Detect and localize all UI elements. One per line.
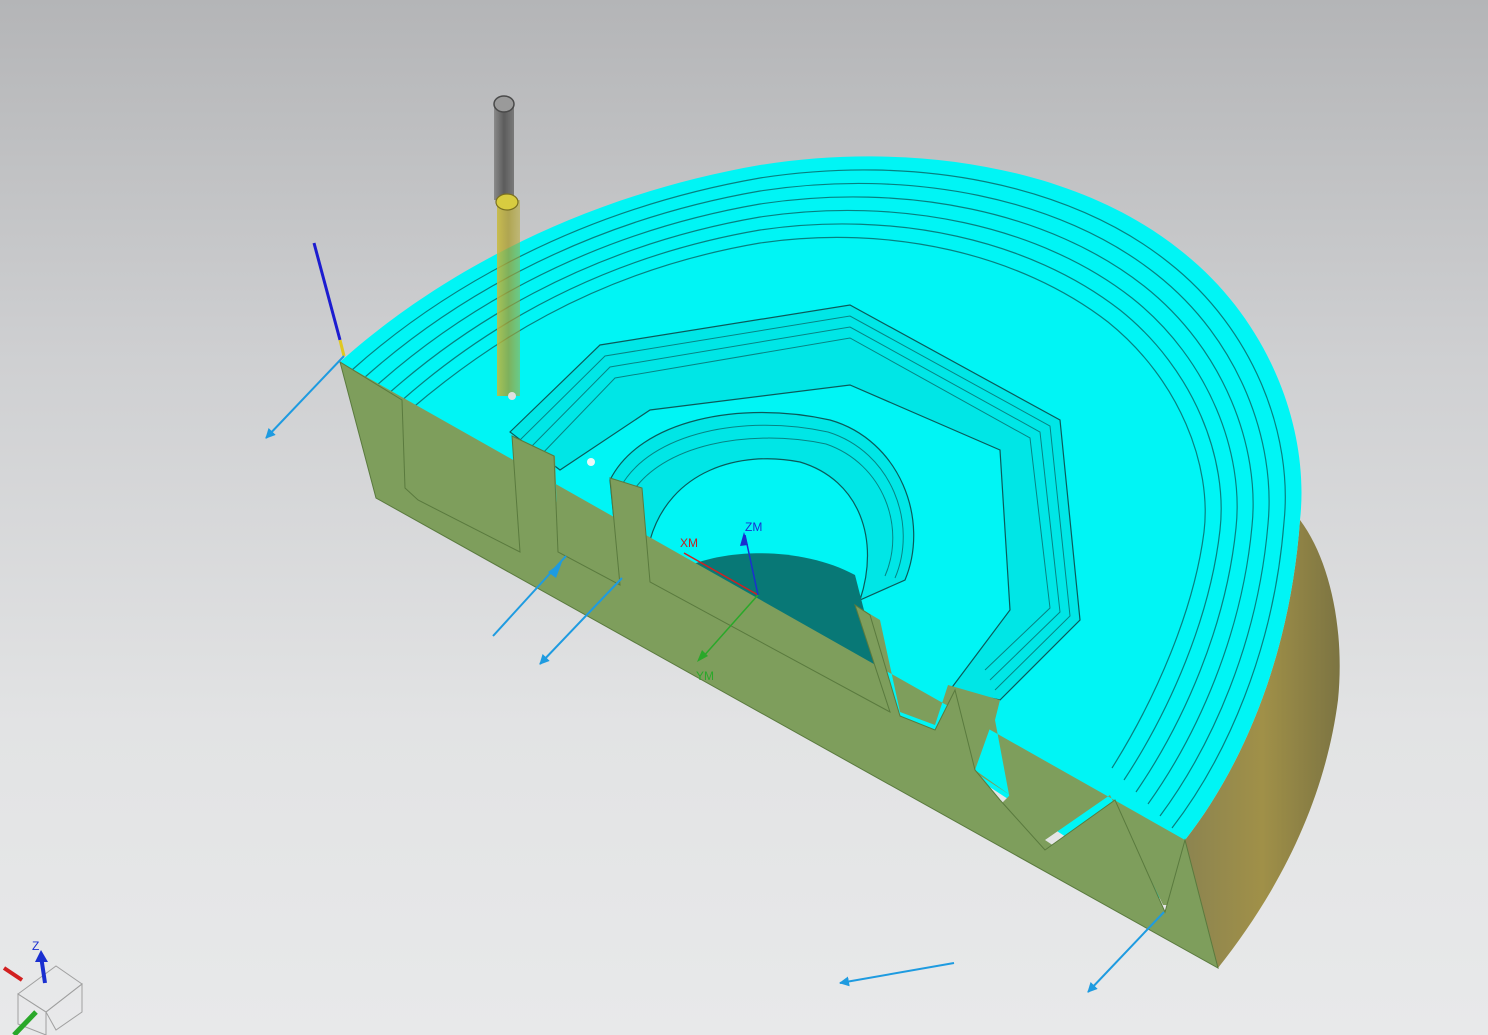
triad-x-axis	[2, 966, 24, 982]
vector-arrow	[839, 962, 955, 987]
vector-arrow	[265, 355, 345, 439]
mcs-x-label: XM	[680, 536, 698, 550]
mcs-z-label: ZM	[745, 520, 762, 534]
triad-z-label: Z	[32, 939, 39, 953]
cutting-tool[interactable]	[493, 95, 520, 400]
tool-tip	[508, 392, 516, 400]
tool-cutter	[497, 200, 520, 396]
tool-shank-top	[493, 95, 515, 113]
tool-cutter-top	[495, 193, 519, 211]
vector-arrow	[1087, 911, 1165, 993]
tool-axis-line	[312, 242, 342, 341]
view-triad[interactable]: Z	[2, 939, 83, 1035]
triad-y-axis	[12, 1010, 38, 1035]
mcs-y-label: YM	[696, 669, 714, 683]
start-point	[587, 458, 595, 466]
triad-cube	[17, 965, 83, 1035]
tool-shank	[494, 104, 514, 200]
tool-axis-highlight	[338, 339, 346, 357]
machined-part[interactable]	[339, 156, 1340, 970]
graphics-viewport[interactable]: XM YM ZM Z	[0, 0, 1488, 1035]
